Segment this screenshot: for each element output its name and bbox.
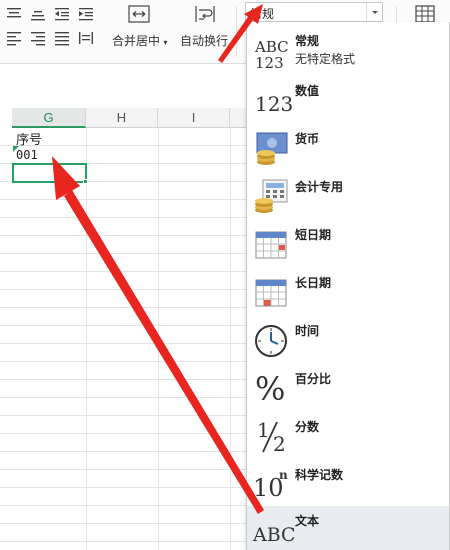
number-format-combo[interactable]: 常规 <box>245 2 383 22</box>
format-item-time[interactable]: 时间 <box>247 316 449 364</box>
format-item-general[interactable]: ABC 123 常规 无特定格式 <box>247 26 449 74</box>
column-header-next[interactable] <box>230 108 246 128</box>
abc-123-icon: ABC 123 <box>255 38 289 72</box>
cell-g-value[interactable]: 001 <box>16 148 38 162</box>
calendar-long-icon <box>253 274 289 310</box>
merge-center-label: 合并居中 <box>112 34 161 48</box>
format-label: 短日期 <box>295 228 332 242</box>
format-item-scientific[interactable]: 10 n 科学记数 <box>247 460 449 508</box>
merge-center-button[interactable]: 合并居中 ▾ <box>112 32 167 49</box>
chevron-down-icon[interactable] <box>366 3 382 21</box>
format-label: 时间 <box>295 324 320 338</box>
decrease-indent-icon[interactable] <box>54 6 70 22</box>
format-label: 长日期 <box>295 276 332 290</box>
table-style-icon[interactable] <box>414 4 436 24</box>
format-sublabel: 无特定格式 <box>295 52 356 66</box>
spreadsheet-grid[interactable]: G H I 序号 001 <box>0 64 246 550</box>
currency-coins-icon <box>253 130 289 166</box>
format-label: 文本 <box>295 514 320 528</box>
format-item-currency[interactable]: 货币 <box>247 124 449 172</box>
format-label: 会计专用 <box>295 180 344 194</box>
format-item-short-date[interactable]: 短日期 <box>247 220 449 268</box>
align-left-icon[interactable] <box>6 30 22 46</box>
format-label: 常规 <box>295 34 320 48</box>
format-item-fraction[interactable]: 1 2 分数 <box>247 412 449 460</box>
format-item-accounting[interactable]: 会计专用 <box>247 172 449 220</box>
format-label: 数值 <box>295 84 320 98</box>
column-header-h[interactable]: H <box>86 108 158 128</box>
align-right-icon[interactable] <box>30 30 46 46</box>
number-format-menu: ABC 123 常规 无特定格式 123 数值 货币 会计专用 短日期 长日期 … <box>246 22 450 550</box>
merge-cells-icon[interactable] <box>128 4 150 24</box>
text-abc-icon: ABC <box>253 524 296 546</box>
justify-icon[interactable] <box>54 30 70 46</box>
increase-indent-icon[interactable] <box>78 6 94 22</box>
number-123-icon: 123 <box>255 92 294 116</box>
align-top-icon[interactable] <box>6 6 22 22</box>
format-item-long-date[interactable]: 长日期 <box>247 268 449 316</box>
wrap-text-icon[interactable] <box>194 4 216 24</box>
column-header-g[interactable]: G <box>12 108 86 128</box>
format-label: 货币 <box>295 132 320 146</box>
caret-down-icon: ▾ <box>163 38 168 47</box>
format-item-number[interactable]: 123 数值 <box>247 76 449 124</box>
scientific-icon: 10 n <box>253 468 288 502</box>
column-header-i[interactable]: I <box>158 108 230 128</box>
wrap-text-button[interactable]: 自动换行 <box>180 32 228 49</box>
percent-icon: % <box>255 370 286 408</box>
format-label: 百分比 <box>295 372 332 386</box>
format-label: 分数 <box>295 420 320 434</box>
distributed-align-icon[interactable] <box>78 30 94 46</box>
calendar-short-icon <box>253 226 289 262</box>
align-middle-icon[interactable] <box>30 6 46 22</box>
cell-g-header[interactable]: 序号 <box>16 129 42 148</box>
accounting-icon <box>253 178 289 214</box>
format-item-text[interactable]: ABC 文本 <box>247 506 449 550</box>
clock-icon <box>253 322 289 358</box>
format-item-percent[interactable]: % 百分比 <box>247 364 449 412</box>
number-format-value: 常规 <box>250 7 275 21</box>
selected-cell[interactable] <box>12 163 87 183</box>
fraction-icon: 1 2 <box>257 418 286 456</box>
format-label: 科学记数 <box>295 468 344 482</box>
fill-handle[interactable] <box>83 179 88 184</box>
